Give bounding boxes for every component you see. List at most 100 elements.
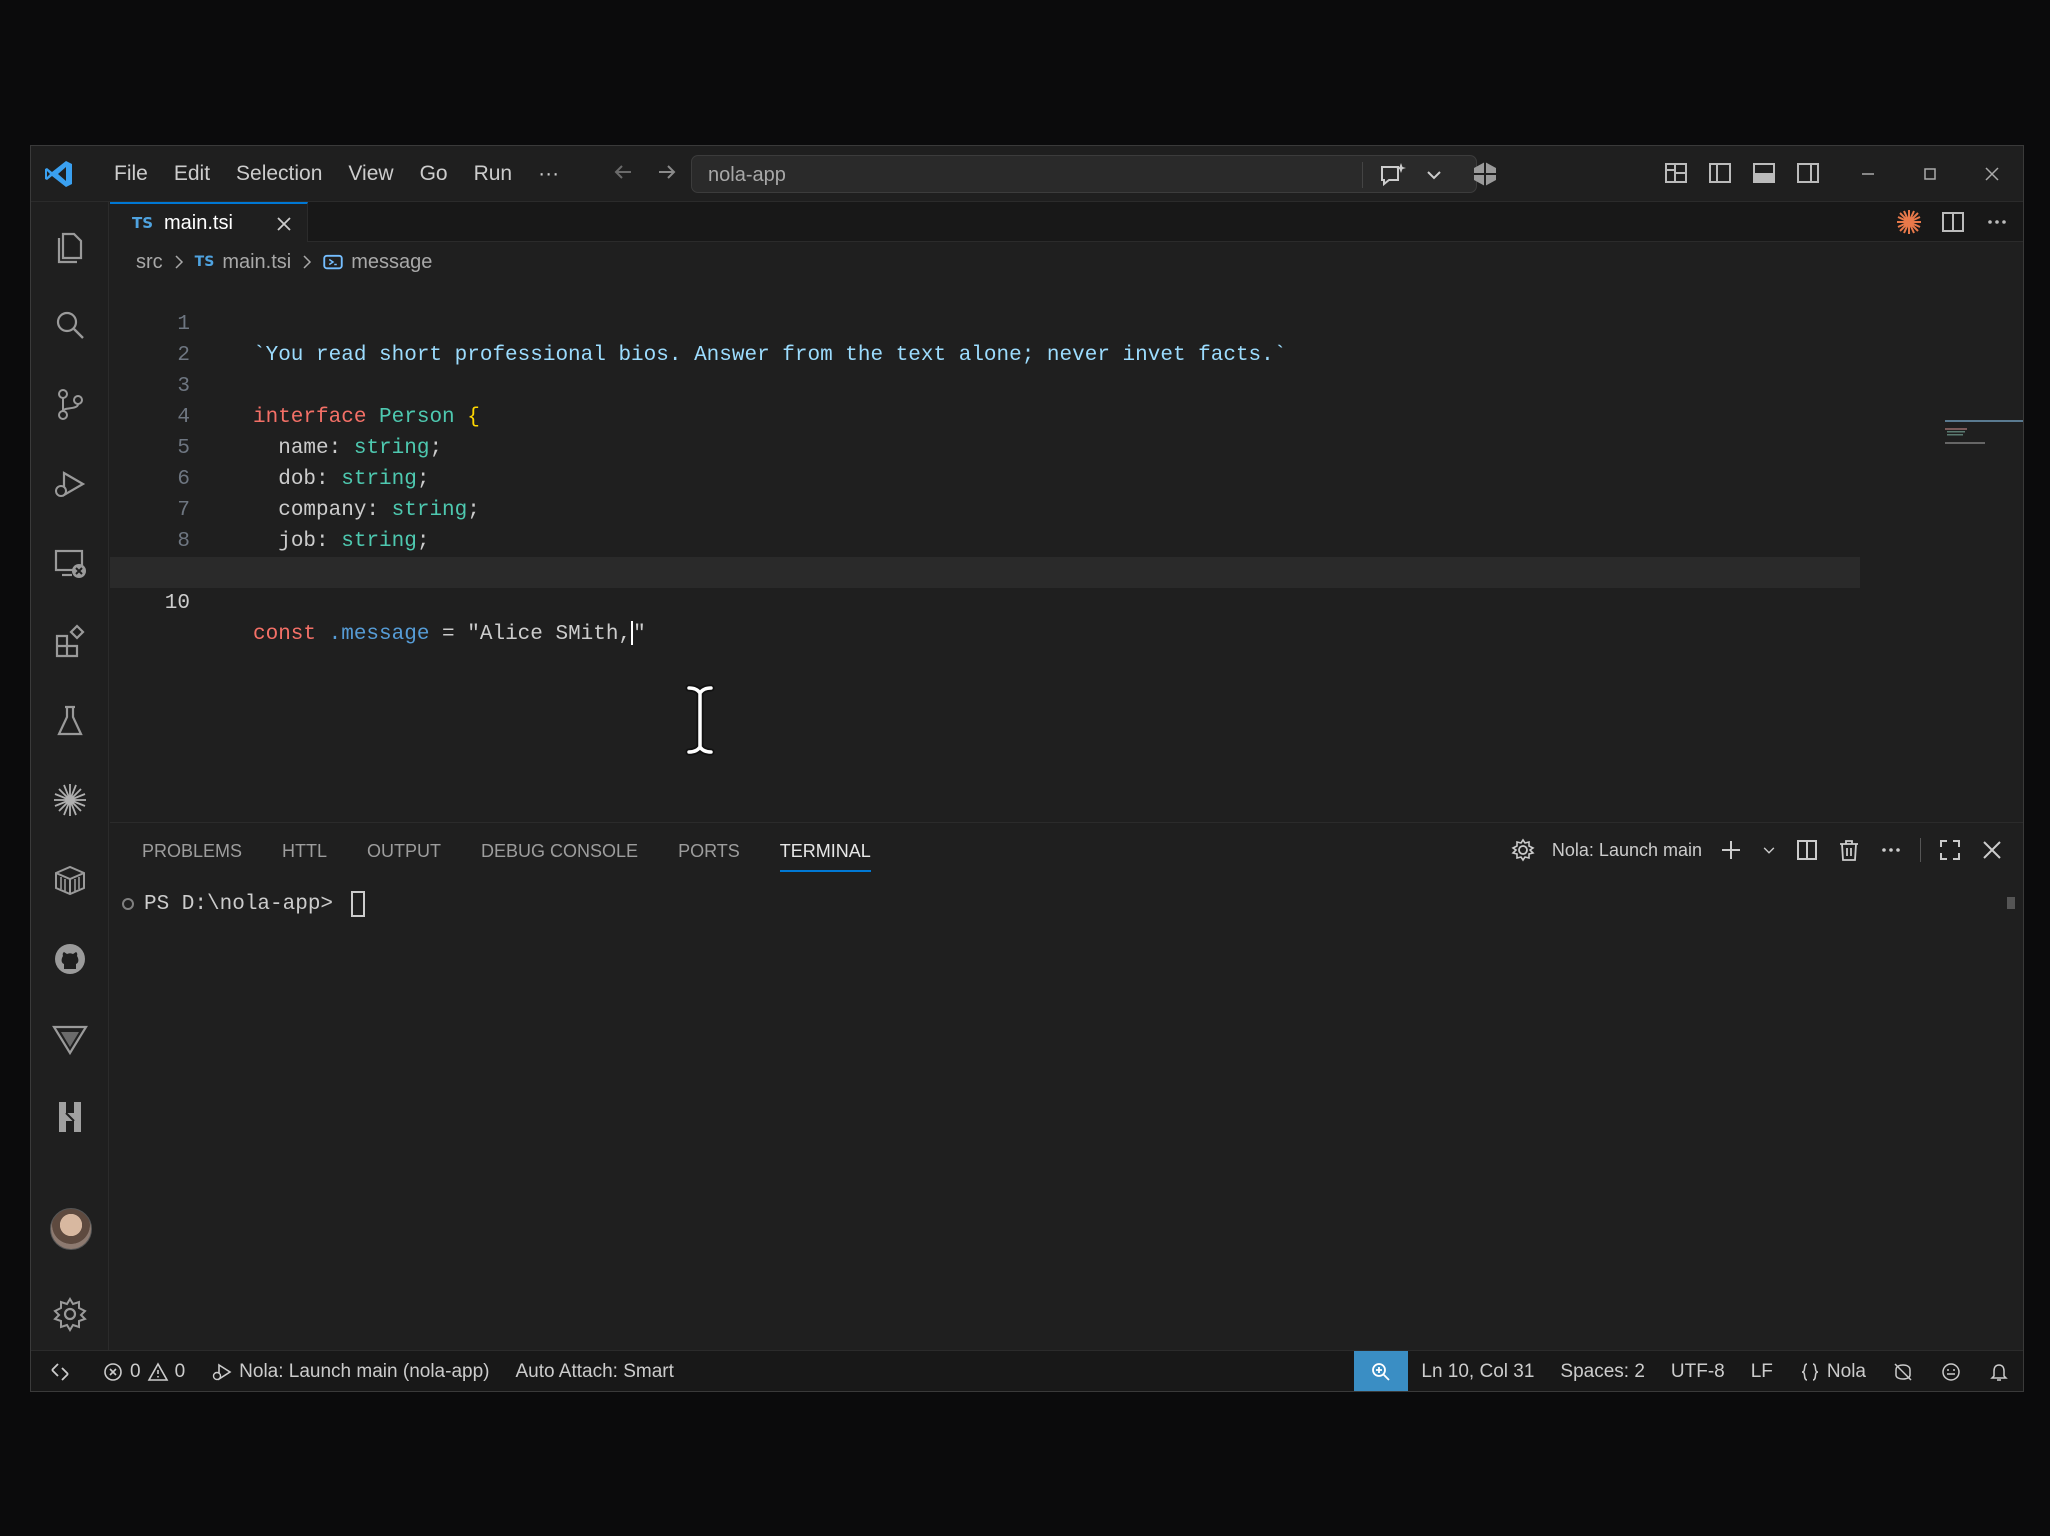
chat-sparkle-icon[interactable] — [1378, 161, 1408, 189]
menu-edit[interactable]: Edit — [161, 162, 223, 186]
tab-httl[interactable]: HTTL — [282, 841, 327, 872]
error-count: 0 — [130, 1361, 141, 1382]
end-of-line[interactable]: LF — [1738, 1361, 1786, 1383]
maximize-panel-icon[interactable] — [1937, 837, 1963, 863]
menu-go[interactable]: Go — [407, 162, 461, 186]
split-editor-icon[interactable] — [1939, 208, 1967, 236]
terminal-scrollbar[interactable] — [2007, 897, 2015, 909]
breadcrumb-symbol[interactable]: message — [351, 251, 432, 274]
copilot-status[interactable] — [1879, 1361, 1927, 1383]
h-extension-button[interactable] — [50, 1097, 90, 1137]
terminal-prompt: PS D:\nola-app> — [144, 892, 334, 916]
menu-run[interactable]: Run — [461, 162, 526, 186]
notifications-status[interactable] — [1975, 1361, 2023, 1383]
nav-arrows — [609, 158, 681, 186]
github-button[interactable] — [50, 939, 90, 979]
close-window-button[interactable] — [1961, 146, 2023, 202]
debug-target-indicator[interactable]: Nola: Launch main (nola-app) — [198, 1361, 502, 1383]
maximize-icon — [1924, 168, 1936, 180]
zoom-indicator[interactable] — [1354, 1351, 1409, 1391]
search-button[interactable] — [50, 305, 90, 345]
tab-problems[interactable]: PROBLEMS — [142, 841, 242, 872]
chevron-down-icon[interactable] — [1760, 837, 1778, 863]
source-control-icon — [58, 389, 83, 420]
activity-bar — [31, 202, 109, 1350]
vscode-window: File Edit Selection View Go Run ··· nola… — [30, 145, 2024, 1392]
explorer-button[interactable] — [50, 226, 90, 266]
command-center-search[interactable]: nola-app — [691, 155, 1477, 193]
back-arrow-icon[interactable] — [609, 158, 637, 186]
forward-arrow-icon[interactable] — [653, 158, 681, 186]
containers-button[interactable] — [50, 860, 90, 900]
window-controls — [1837, 146, 2023, 202]
trash-icon[interactable] — [1836, 837, 1862, 863]
code-line: 4 name: string; — [110, 371, 1930, 460]
copilot-icon[interactable] — [1471, 160, 1499, 188]
minimize-button[interactable] — [1837, 146, 1899, 202]
new-terminal-plus-icon[interactable] — [1718, 837, 1744, 863]
triangle-extension-button[interactable] — [50, 1018, 90, 1058]
code-line: 1 `You read short professional bios. Ans… — [110, 278, 1930, 367]
tab-ports[interactable]: PORTS — [678, 841, 740, 872]
remote-explorer-icon — [54, 549, 86, 578]
search-text: nola-app — [708, 164, 786, 186]
remote-explorer-button[interactable] — [50, 543, 90, 583]
indentation[interactable]: Spaces: 2 — [1547, 1361, 1658, 1383]
menu-file[interactable]: File — [101, 162, 161, 186]
close-panel-icon[interactable] — [1979, 837, 2005, 863]
tab-output[interactable]: OUTPUT — [367, 841, 441, 872]
split-terminal-icon[interactable] — [1794, 837, 1820, 863]
ibeam-cursor-icon — [685, 684, 715, 756]
run-debug-button[interactable] — [50, 464, 90, 504]
terminal-output[interactable]: PS D:\nola-app> — [122, 891, 366, 917]
vscode-logo-icon — [45, 161, 72, 187]
breadcrumb-folder[interactable]: src — [136, 251, 163, 274]
chevron-down-icon[interactable] — [1424, 165, 1444, 185]
code-line: 3 interface Person { — [110, 340, 1930, 429]
chevron-right-icon — [303, 255, 312, 269]
minimap[interactable] — [1945, 417, 2024, 457]
toggle-primary-sidebar-icon[interactable] — [1705, 158, 1735, 188]
auto-attach-indicator[interactable]: Auto Attach: Smart — [502, 1361, 686, 1383]
more-actions-icon[interactable] — [1878, 837, 1904, 863]
language-label: Nola — [1826, 1361, 1866, 1382]
menu-view[interactable]: View — [335, 162, 406, 186]
tab-terminal[interactable]: TERMINAL — [779, 841, 871, 872]
sparkle-extension-button[interactable] — [50, 780, 90, 820]
run-debug-icon — [55, 471, 86, 497]
close-tab-icon[interactable] — [273, 213, 295, 235]
settings-button[interactable] — [50, 1294, 90, 1334]
more-actions-icon[interactable] — [1983, 208, 2011, 236]
testing-button[interactable] — [50, 701, 90, 741]
launch-config-label[interactable]: Nola: Launch main — [1552, 840, 1702, 861]
bell-icon — [1990, 1364, 2008, 1381]
editor-group: TS main.tsi src TS main.tsi message 1 `Y… — [110, 202, 2024, 822]
breadcrumb-file[interactable]: main.tsi — [222, 251, 291, 274]
problems-indicator[interactable]: 0 0 — [89, 1361, 198, 1383]
language-mode[interactable]: Nola — [1786, 1361, 1879, 1383]
variable-symbol-icon — [323, 254, 343, 270]
menu-selection[interactable]: Selection — [223, 162, 335, 186]
encoding[interactable]: UTF-8 — [1658, 1361, 1738, 1383]
indentation-label: Spaces: 2 — [1560, 1361, 1645, 1382]
assignment-operator: = — [429, 623, 468, 646]
menu-more[interactable]: ··· — [525, 162, 572, 186]
toggle-secondary-sidebar-icon[interactable] — [1793, 158, 1823, 188]
source-control-button[interactable] — [50, 384, 90, 424]
feedback-status[interactable] — [1927, 1361, 1975, 1383]
extensions-icon — [55, 624, 85, 658]
tab-main-tsi[interactable]: TS main.tsi — [110, 202, 308, 242]
auto-attach-label: Auto Attach: Smart — [515, 1361, 674, 1382]
toggle-panel-icon[interactable] — [1749, 158, 1779, 188]
breadcrumb: src TS main.tsi message — [136, 248, 432, 276]
account-avatar[interactable] — [50, 1208, 92, 1250]
remote-indicator[interactable] — [31, 1361, 89, 1383]
claude-sparkle-icon[interactable] — [1895, 208, 1923, 236]
search-divider — [1362, 162, 1363, 188]
cursor-position[interactable]: Ln 10, Col 31 — [1408, 1361, 1547, 1383]
tab-debug-console[interactable]: DEBUG CONSOLE — [481, 841, 638, 872]
remote-icon — [51, 1363, 69, 1381]
maximize-button[interactable] — [1899, 146, 1961, 202]
extensions-button[interactable] — [50, 622, 90, 662]
customize-layout-icon[interactable] — [1661, 158, 1691, 188]
